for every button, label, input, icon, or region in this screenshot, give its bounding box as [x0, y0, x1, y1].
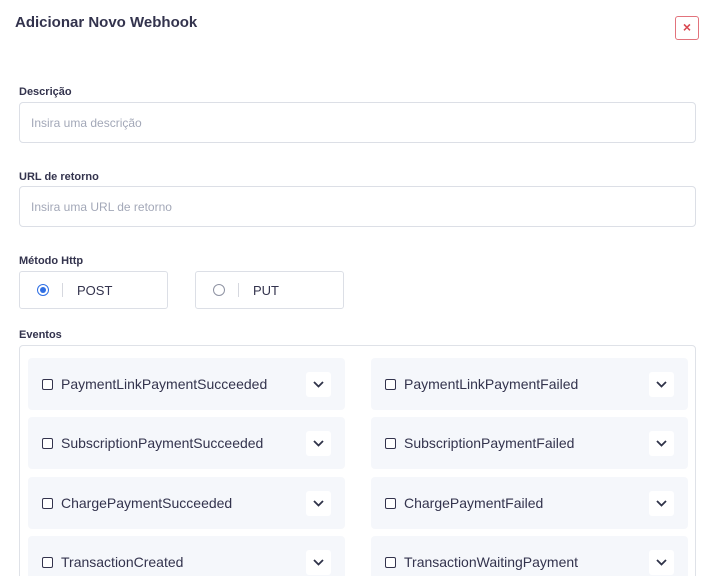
http-method-label: Método Http [19, 255, 84, 267]
close-button[interactable]: × [675, 16, 699, 40]
event-name: SubscriptionPaymentSucceeded [61, 435, 264, 451]
event-item[interactable]: SubscriptionPaymentFailed [371, 417, 688, 469]
event-name: ChargePaymentFailed [404, 495, 544, 511]
radio-checked-icon[interactable] [37, 284, 49, 296]
chevron-down-icon [313, 380, 324, 388]
expand-button[interactable] [306, 549, 331, 575]
close-icon: × [682, 19, 692, 35]
checkbox-icon[interactable] [385, 437, 396, 449]
description-input[interactable] [19, 102, 696, 143]
radio-divider [238, 283, 239, 297]
chevron-down-icon [313, 499, 324, 507]
event-item[interactable]: TransactionCreated [28, 536, 345, 576]
chevron-down-icon [313, 558, 324, 566]
checkbox-icon[interactable] [385, 378, 396, 390]
event-name: SubscriptionPaymentFailed [404, 435, 575, 451]
event-item[interactable]: ChargePaymentSucceeded [28, 477, 345, 529]
chevron-down-icon [656, 439, 667, 447]
chevron-down-icon [656, 558, 667, 566]
expand-button[interactable] [306, 371, 331, 397]
event-name: TransactionCreated [61, 554, 184, 570]
event-name: ChargePaymentSucceeded [61, 495, 233, 511]
radio-label-post: POST [77, 282, 113, 298]
expand-button[interactable] [306, 430, 331, 456]
checkbox-icon[interactable] [42, 437, 53, 449]
checkbox-icon[interactable] [42, 556, 53, 568]
event-name: TransactionWaitingPayment [404, 554, 579, 570]
event-name: PaymentLinkPaymentSucceeded [61, 376, 268, 392]
radio-option-put[interactable]: PUT [195, 271, 344, 309]
add-webhook-modal: Adicionar Novo Webhook × Descrição URL d… [0, 0, 716, 576]
chevron-down-icon [656, 499, 667, 507]
expand-button[interactable] [649, 371, 674, 397]
chevron-down-icon [656, 380, 667, 388]
modal-title: Adicionar Novo Webhook [15, 14, 198, 31]
event-name: PaymentLinkPaymentFailed [404, 376, 579, 392]
radio-divider [62, 283, 63, 297]
checkbox-icon[interactable] [385, 497, 396, 509]
expand-button[interactable] [306, 490, 331, 516]
return-url-label: URL de retorno [19, 171, 99, 183]
event-item[interactable]: PaymentLinkPaymentFailed [371, 358, 688, 410]
chevron-down-icon [313, 439, 324, 447]
description-label: Descrição [19, 86, 72, 98]
radio-label-put: PUT [253, 282, 279, 298]
expand-button[interactable] [649, 430, 674, 456]
event-item[interactable]: TransactionWaitingPayment [371, 536, 688, 576]
checkbox-icon[interactable] [385, 556, 396, 568]
expand-button[interactable] [649, 549, 674, 575]
events-label: Eventos [19, 329, 62, 341]
radio-unchecked-icon[interactable] [213, 284, 225, 296]
checkbox-icon[interactable] [42, 497, 53, 509]
expand-button[interactable] [649, 490, 674, 516]
radio-option-post[interactable]: POST [19, 271, 168, 309]
event-item[interactable]: ChargePaymentFailed [371, 477, 688, 529]
events-panel: PaymentLinkPaymentSucceeded PaymentLinkP… [19, 345, 696, 576]
checkbox-icon[interactable] [42, 378, 53, 390]
return-url-input[interactable] [19, 186, 696, 227]
event-item[interactable]: PaymentLinkPaymentSucceeded [28, 358, 345, 410]
event-item[interactable]: SubscriptionPaymentSucceeded [28, 417, 345, 469]
